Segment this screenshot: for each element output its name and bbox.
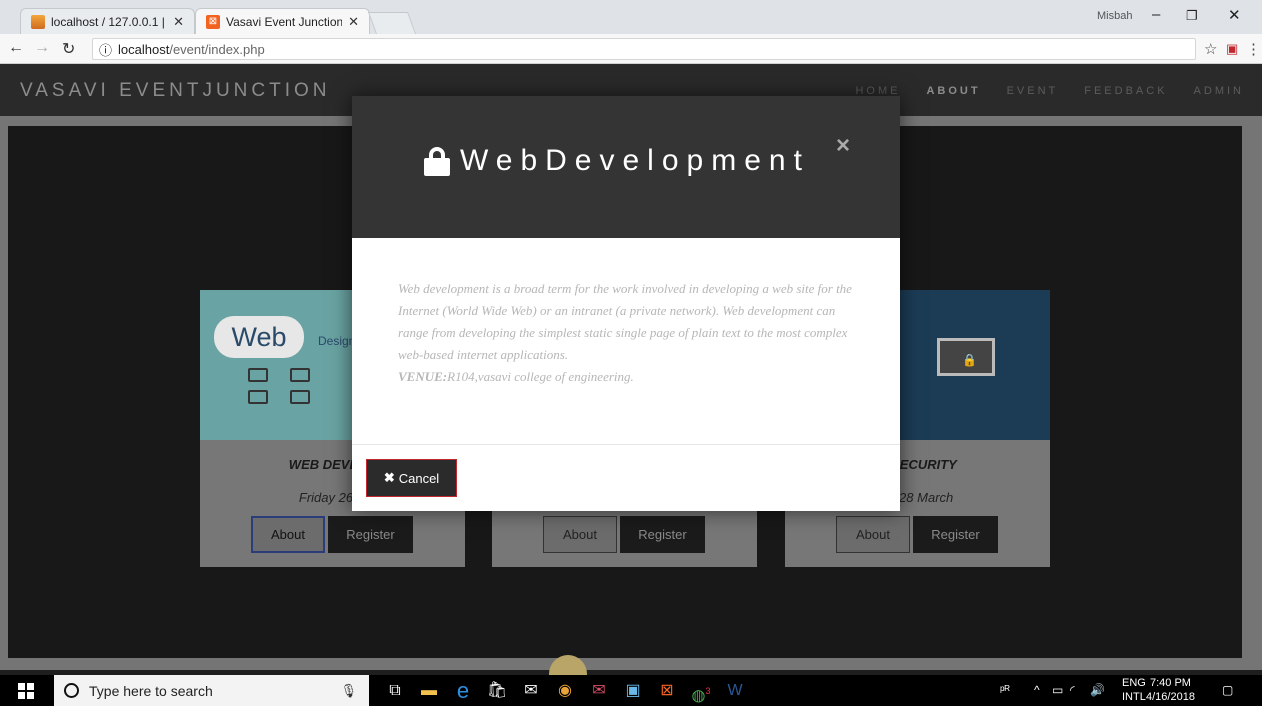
modal-divider — [352, 444, 900, 445]
menu-kebab-icon[interactable]: ⋮ — [1246, 40, 1261, 58]
monitor-icon — [248, 368, 268, 382]
clock-time: 7:40 PM — [1149, 677, 1191, 689]
notification-badge: 3 — [705, 686, 711, 696]
store-icon[interactable]: 🛍 — [486, 680, 508, 702]
wifi-icon[interactable]: ◜ — [1070, 683, 1075, 697]
browser-tabstrip: localhost / 127.0.0.1 | ph ✕ ⊠ Vasavi Ev… — [0, 0, 1262, 34]
about-button[interactable]: About — [836, 516, 910, 553]
microphone-icon[interactable]: 🎙 — [340, 683, 357, 699]
modal-title-text: WebDevelopment — [460, 144, 810, 177]
tab-title: Vasavi Event Junction — [226, 14, 343, 29]
event-modal: WebDevelopment × Web development is a br… — [352, 96, 900, 511]
clock-date: 4/16/2018 — [1146, 691, 1195, 703]
cancel-button[interactable]: ✖ Cancel — [366, 459, 457, 497]
search-placeholder: Type here to search — [89, 682, 213, 699]
start-windows-icon[interactable] — [18, 683, 34, 699]
reload-icon[interactable]: ↻ — [62, 39, 75, 59]
register-button[interactable]: Register — [620, 516, 705, 553]
nav-admin[interactable]: ADMIN — [1194, 85, 1244, 97]
register-button[interactable]: Register — [328, 516, 413, 553]
people-icon[interactable]: ᵖᴿ — [1000, 683, 1010, 697]
forward-arrow-icon[interactable]: → — [34, 39, 50, 57]
about-button[interactable]: About — [251, 516, 325, 553]
about-button[interactable]: About — [543, 516, 617, 553]
mail-icon[interactable]: ✉ — [520, 680, 542, 702]
new-tab-button[interactable] — [367, 12, 417, 34]
venue-label: VENUE: — [398, 369, 448, 384]
nav-event[interactable]: EVENT — [1007, 85, 1059, 97]
task-view-icon[interactable]: ⧉ — [384, 680, 406, 702]
event-description: Web development is a broad term for the … — [398, 281, 852, 362]
code-icon — [290, 368, 310, 382]
pocket-extension-icon[interactable]: ▣ — [1226, 41, 1238, 57]
cancel-label: Cancel — [398, 470, 440, 486]
cms-icon — [248, 390, 268, 404]
lang-top: ENG — [1122, 677, 1146, 689]
event-venue: VENUE:R104,vasavi college of engineering… — [398, 366, 868, 388]
maximize-button[interactable]: ❐ — [1186, 8, 1198, 24]
nav-about[interactable]: ABOUT — [926, 85, 980, 97]
back-arrow-icon[interactable]: ← — [8, 39, 24, 57]
info-icon[interactable]: ⓘ — [99, 40, 112, 59]
lang-bottom: INTL — [1122, 691, 1146, 703]
xampp-taskbar-icon[interactable]: ⊠ — [656, 680, 678, 702]
url-path: /event/index.php — [169, 41, 265, 57]
web-logo: Web — [214, 316, 304, 358]
site-brand[interactable]: VASAVI EVENTJUNCTION — [20, 80, 331, 102]
xampp-icon: ⊠ — [206, 14, 220, 29]
modal-body: Web development is a broad term for the … — [398, 278, 868, 388]
profile-name[interactable]: Misbah — [1097, 10, 1132, 22]
url-host: localhost — [118, 41, 170, 57]
lock-icon: 🔒 — [962, 353, 977, 367]
chevron-up-icon[interactable]: ^ — [1034, 683, 1040, 697]
register-button[interactable]: Register — [913, 516, 998, 553]
lock-icon — [424, 147, 450, 176]
word-icon[interactable]: W — [724, 680, 746, 702]
site-nav-links: HOME ABOUT EVENT FEEDBACK ADMIN — [855, 85, 1244, 97]
modal-title: WebDevelopment — [424, 144, 810, 178]
cortana-icon — [64, 683, 79, 698]
tab-close-icon[interactable]: ✕ — [348, 14, 359, 30]
tab-title: localhost / 127.0.0.1 | ph — [51, 14, 167, 29]
edge-icon[interactable]: e — [452, 680, 474, 702]
ecommerce-icon — [290, 390, 310, 404]
laptop-image: 🔒 — [937, 338, 995, 376]
modal-header: WebDevelopment × — [352, 96, 900, 238]
bookmark-star-icon[interactable]: ☆ — [1204, 40, 1217, 58]
notifications-icon[interactable]: ▢ — [1222, 683, 1233, 697]
minimize-button[interactable]: – — [1152, 6, 1160, 23]
nav-feedback[interactable]: FEEDBACK — [1084, 85, 1167, 97]
close-window-button[interactable]: ✕ — [1228, 6, 1241, 24]
volume-icon[interactable]: 🔊 — [1090, 683, 1105, 697]
url-input[interactable]: ⓘ localhost/event/index.php — [92, 38, 1196, 60]
taskbar-search-input[interactable]: Type here to search 🎙 — [54, 675, 369, 706]
tab-close-icon[interactable]: ✕ — [173, 14, 184, 30]
gmail-icon[interactable]: ✉ — [588, 680, 610, 702]
tab-phpmyadmin[interactable]: localhost / 127.0.0.1 | ph ✕ — [20, 8, 195, 34]
language-indicator[interactable]: ENG INTL — [1122, 676, 1146, 704]
chrome-icon[interactable]: ◉ — [554, 680, 576, 702]
close-icon[interactable]: × — [836, 132, 850, 160]
windows-taskbar: Type here to search 🎙 ⧉ ▬ e 🛍 ✉ ◉ ✉ ▣ ⊠ … — [0, 675, 1262, 706]
times-icon: ✖ — [383, 470, 395, 485]
app-icon[interactable]: ▣ — [622, 680, 644, 702]
file-explorer-icon[interactable]: ▬ — [418, 680, 440, 702]
tab-vasavi[interactable]: ⊠ Vasavi Event Junction ✕ — [195, 8, 370, 34]
address-bar: ← → ↻ ⓘ localhost/event/index.php ☆ ▣ ⋮ — [0, 34, 1262, 64]
system-clock[interactable]: 7:40 PM 4/16/2018 — [1146, 676, 1195, 704]
battery-icon[interactable]: ▭ — [1052, 683, 1063, 697]
venue-value: R104,vasavi college of engineering. — [447, 369, 634, 384]
phpmyadmin-icon — [31, 14, 45, 29]
whatsapp-icon[interactable]: ◍3 — [690, 680, 712, 704]
